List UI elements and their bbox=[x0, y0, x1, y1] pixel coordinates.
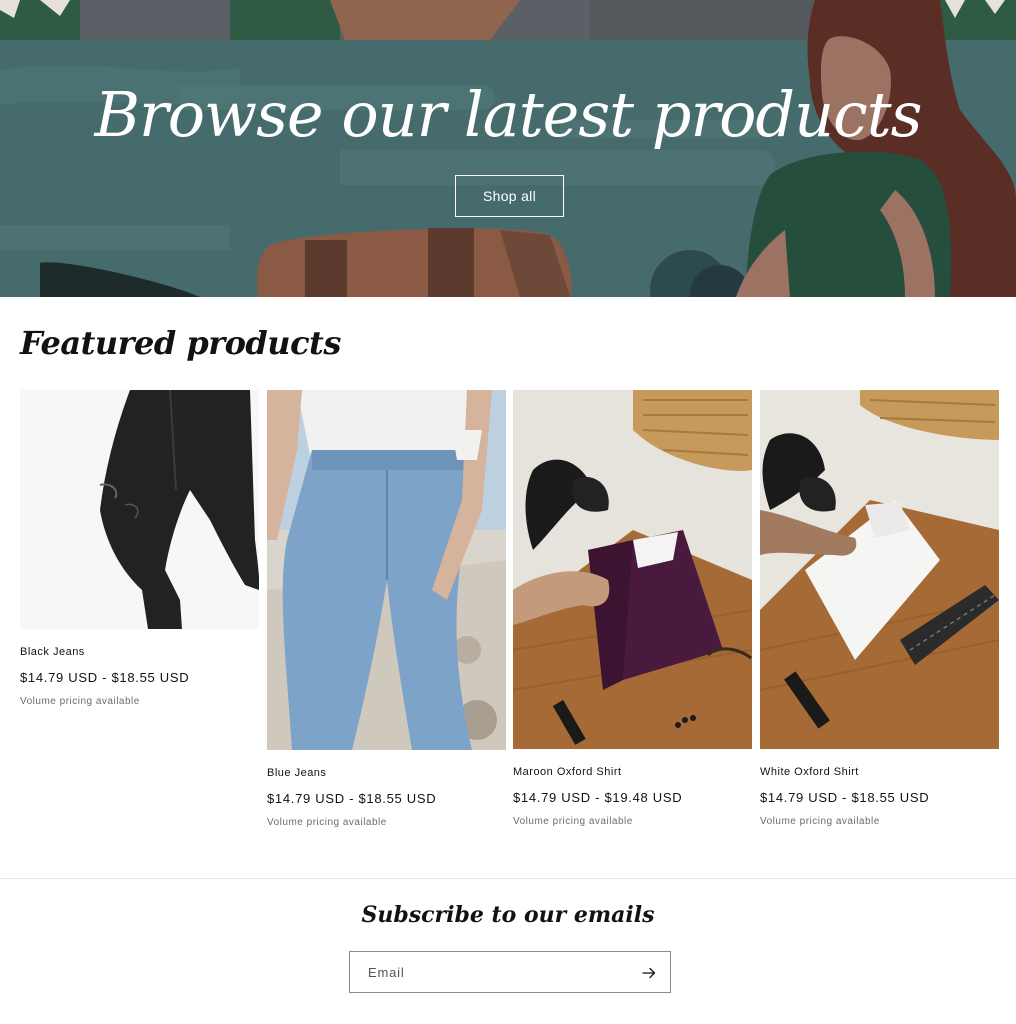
volume-pricing-note: Volume pricing available bbox=[267, 817, 387, 828]
volume-pricing-note: Volume pricing available bbox=[760, 816, 880, 827]
product-name[interactable]: White Oxford Shirt bbox=[760, 766, 859, 778]
product-name[interactable]: Black Jeans bbox=[20, 646, 85, 658]
product-image-maroon-oxford-shirt[interactable] bbox=[513, 390, 752, 749]
featured-products-heading: Featured products bbox=[20, 324, 341, 362]
product-price: $14.79 USD - $18.55 USD bbox=[760, 790, 930, 805]
product-name[interactable]: Blue Jeans bbox=[267, 767, 326, 779]
newsletter-heading: Subscribe to our emails bbox=[361, 902, 655, 928]
product-price: $14.79 USD - $19.48 USD bbox=[513, 790, 683, 805]
volume-pricing-note: Volume pricing available bbox=[20, 696, 140, 707]
volume-pricing-note: Volume pricing available bbox=[513, 816, 633, 827]
hero-banner: Browse our latest products Shop all bbox=[0, 0, 1016, 297]
newsletter-form bbox=[349, 951, 671, 993]
hero-title: Browse our latest products bbox=[94, 78, 923, 151]
product-name[interactable]: Maroon Oxford Shirt bbox=[513, 766, 622, 778]
shop-all-button[interactable]: Shop all bbox=[455, 175, 564, 217]
product-price: $14.79 USD - $18.55 USD bbox=[20, 670, 190, 685]
email-input[interactable] bbox=[350, 952, 630, 992]
section-divider bbox=[0, 878, 1016, 879]
subscribe-submit-button[interactable] bbox=[638, 962, 660, 984]
product-image-white-oxford-shirt[interactable] bbox=[760, 390, 999, 749]
product-image-blue-jeans[interactable] bbox=[267, 390, 506, 750]
product-image-black-jeans[interactable] bbox=[20, 390, 259, 629]
arrow-right-icon bbox=[642, 967, 656, 979]
product-price: $14.79 USD - $18.55 USD bbox=[267, 791, 437, 806]
